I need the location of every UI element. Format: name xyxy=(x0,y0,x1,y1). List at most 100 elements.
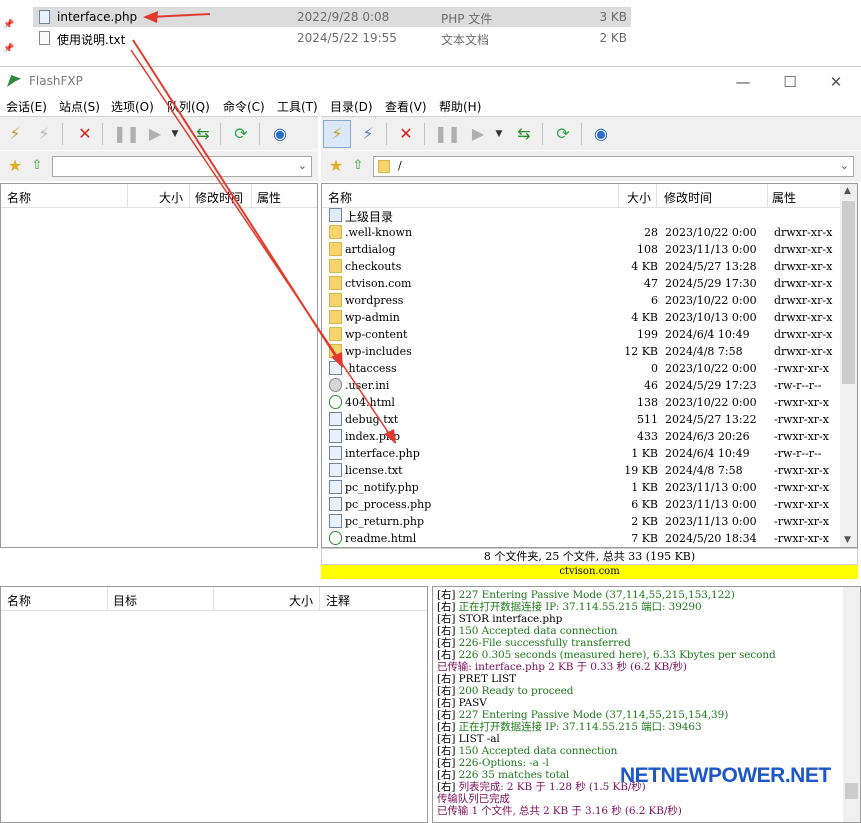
flashfxp-logo-icon xyxy=(7,75,21,87)
explorer-row-selected[interactable]: interface.php 2022/9/28 0:08 PHP 文件 3 KB xyxy=(33,7,631,27)
file-icon xyxy=(329,497,342,511)
toolbar-separator xyxy=(424,123,425,145)
column-name[interactable]: 名称 xyxy=(328,189,352,206)
file-icon xyxy=(329,412,342,426)
scrollbar-thumb[interactable] xyxy=(842,201,855,384)
remote-file-row[interactable]: readme.html 7 KB 2024/5/20 18:34 -rwxr-xr-x xyxy=(322,530,840,547)
transfer-queue-icon[interactable]: ⇆ xyxy=(192,123,214,145)
column-size[interactable]: 大小 xyxy=(627,189,651,206)
remote-file-row[interactable]: pc_return.php 2 KB 2023/11/13 0:00 -rwxr-xr… xyxy=(322,513,840,530)
file-icon xyxy=(329,361,342,375)
remote-file-row[interactable]: .well-known 28 2023/10/22 0:00 drwxr-xr-x xyxy=(322,224,840,241)
scroll-up-icon[interactable]: ▲ xyxy=(844,186,851,196)
menu-session[interactable]: 会话(E) xyxy=(6,98,47,115)
scrollbar-thumb[interactable] xyxy=(845,783,858,799)
parent-directory-label: 上级目录 xyxy=(345,210,394,224)
file-name: interface.php xyxy=(57,10,138,24)
menu-queue[interactable]: 队列(Q) xyxy=(167,98,210,115)
globe-icon[interactable]: ◉ xyxy=(590,123,612,145)
remote-file-row[interactable]: 404.html 138 2023/10/22 0:00 -rwxr-xr-x xyxy=(322,394,840,411)
remote-file-row[interactable]: debug.txt 511 2024/5/27 13:22 -rwxr-xr-x xyxy=(322,411,840,428)
parent-directory-row[interactable]: 上级目录 xyxy=(322,207,840,224)
refresh-icon[interactable]: ⟳ xyxy=(230,123,252,145)
remote-file-row[interactable]: wp-includes 12 KB 2024/4/8 7:58 drwxr-xr-x xyxy=(322,343,840,360)
menu-help[interactable]: 帮助(H) xyxy=(439,98,481,115)
remote-file-row[interactable]: artdialog 108 2023/11/13 0:00 drwxr-xr-x xyxy=(322,241,840,258)
column-modified[interactable]: 修改时间 xyxy=(664,189,712,206)
remote-file-row[interactable]: checkouts 4 KB 2024/5/27 13:28 drwxr-xr-x xyxy=(322,258,840,275)
column-attr[interactable]: 属性 xyxy=(257,189,281,206)
menu-directory[interactable]: 目录(D) xyxy=(330,98,373,115)
maximize-button[interactable]: ☐ xyxy=(767,70,813,94)
queue-column-size[interactable]: 大小 xyxy=(289,592,313,609)
right-path-input[interactable]: / ⌄ xyxy=(373,156,854,177)
connect-icon[interactable]: ⚡ xyxy=(4,123,26,145)
column-attr[interactable]: 属性 xyxy=(772,189,796,206)
remote-file-row[interactable]: pc_notify.php 1 KB 2023/11/13 0:00 -rwxr-xr… xyxy=(322,479,840,496)
menu-options[interactable]: 选项(O) xyxy=(111,98,154,115)
minimize-button[interactable]: — xyxy=(720,70,766,94)
log-vertical-scrollbar[interactable] xyxy=(843,587,860,822)
column-size[interactable]: 大小 xyxy=(159,189,183,206)
column-name[interactable]: 名称 xyxy=(7,189,31,206)
column-modified[interactable]: 修改时间 xyxy=(195,189,243,206)
remote-file-row[interactable]: index.php 433 2024/6/3 20:26 -rwxr-xr-x xyxy=(322,428,840,445)
file-name: index.php xyxy=(345,430,401,443)
globe-icon[interactable]: ◉ xyxy=(269,123,291,145)
left-path-input[interactable]: ⌄ xyxy=(52,156,312,177)
refresh-icon[interactable]: ⟳ xyxy=(552,123,574,145)
transfer-icon[interactable]: ▶ xyxy=(467,123,489,145)
remote-file-row[interactable]: wordpress 6 2023/10/22 0:00 drwxr-xr-x xyxy=(322,292,840,309)
queue-column-name[interactable]: 名称 xyxy=(7,592,31,609)
chevron-down-icon[interactable]: ⌄ xyxy=(840,159,849,172)
favorites-star-icon[interactable]: ★ xyxy=(325,155,347,177)
chevron-down-icon[interactable]: ⌄ xyxy=(298,159,307,172)
parent-folder-icon[interactable]: ⇧ xyxy=(347,155,369,177)
connect-icon[interactable]: ⚡ xyxy=(323,120,351,148)
queue-column-target[interactable]: 目标 xyxy=(113,592,137,609)
menu-view[interactable]: 查看(V) xyxy=(385,98,427,115)
remote-column-header: 名称 ^ 大小 修改时间 属性 xyxy=(322,184,840,208)
menu-sites[interactable]: 站点(S) xyxy=(59,98,100,115)
remote-file-row[interactable]: interface.php 1 KB 2024/6/4 10:49 -rw-r--r-… xyxy=(322,445,840,462)
file-size: 2 KB xyxy=(599,31,627,45)
transfer-queue-icon[interactable]: ⇆ xyxy=(513,123,535,145)
parent-folder-icon[interactable]: ⇧ xyxy=(26,155,48,177)
remote-file-row[interactable]: wp-content 199 2024/6/4 10:49 drwxr-xr-x xyxy=(322,326,840,343)
toolbar-separator xyxy=(62,123,63,145)
remote-file-pane[interactable]: 名称 ^ 大小 修改时间 属性 上级目录 .well-known 28 2023/1… xyxy=(321,183,858,548)
abort-icon[interactable]: ✕ xyxy=(395,123,417,145)
favorites-star-icon[interactable]: ★ xyxy=(4,155,26,177)
file-modified: 2024/6/4 10:49 xyxy=(665,328,750,341)
transfer-icon[interactable]: ▶ xyxy=(144,123,166,145)
remote-file-row[interactable]: pc_process.php 6 KB 2023/11/13 0:00 -rwxr-x… xyxy=(322,496,840,513)
pause-icon[interactable]: ❚❚ xyxy=(434,123,461,145)
scroll-down-icon[interactable]: ▼ xyxy=(844,535,851,545)
file-modified: 2023/11/13 0:00 xyxy=(665,481,757,494)
remote-file-row[interactable]: license.txt 19 KB 2024/4/8 7:58 -rwxr-xr-x xyxy=(322,462,840,479)
disconnect-icon[interactable]: ⚡ xyxy=(33,123,55,145)
local-file-pane[interactable]: 名称 ^ 大小 修改时间 属性 xyxy=(0,183,318,548)
menu-commands[interactable]: 命令(C) xyxy=(223,98,265,115)
transfer-dropdown-icon[interactable]: ▼ xyxy=(169,123,181,145)
transfer-queue-pane[interactable]: 名称 目标 大小 注释 xyxy=(0,586,428,823)
left-path-bar: ★ ⇧ ⌄ xyxy=(0,151,318,181)
queue-column-comment[interactable]: 注释 xyxy=(326,592,350,609)
disconnect-icon[interactable]: ⚡ xyxy=(357,123,379,145)
folder-icon xyxy=(329,242,342,256)
remote-vertical-scrollbar[interactable]: ▲ ▼ xyxy=(840,184,857,547)
explorer-row[interactable]: 使用说明.txt 2024/5/22 19:55 文本文档 2 KB xyxy=(33,28,631,48)
remote-file-row[interactable]: ctvison.com 47 2024/5/29 17:30 drwxr-xr-x xyxy=(322,275,840,292)
remote-file-row[interactable]: .user.ini 46 2024/5/29 17:23 -rw-r--r-- xyxy=(322,377,840,394)
file-name: pc_notify.php xyxy=(345,481,419,494)
remote-file-row[interactable]: .htaccess 0 2023/10/22 0:00 -rwxr-xr-x xyxy=(322,360,840,377)
abort-icon[interactable]: ✕ xyxy=(74,123,96,145)
remote-file-row[interactable]: wp-admin 4 KB 2023/10/13 0:00 drwxr-xr-x xyxy=(322,309,840,326)
file-name: .htaccess xyxy=(345,362,397,375)
menu-tools[interactable]: 工具(T) xyxy=(277,98,318,115)
file-name: artdialog xyxy=(345,243,396,256)
close-button[interactable]: ✕ xyxy=(813,70,859,94)
transfer-dropdown-icon[interactable]: ▼ xyxy=(493,123,505,145)
pause-icon[interactable]: ❚❚ xyxy=(113,123,140,145)
file-modified: 2024/5/29 17:23 xyxy=(665,379,757,392)
